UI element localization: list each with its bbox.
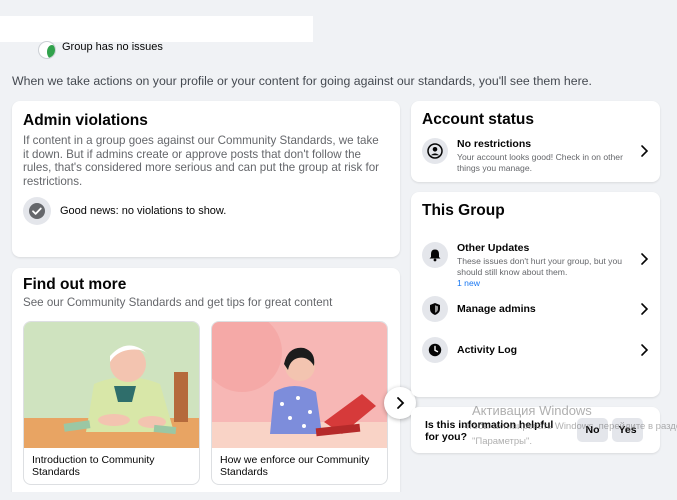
checkmark-circle-icon	[23, 197, 51, 225]
chevron-right-icon	[641, 145, 649, 157]
find-out-more-title: Find out more	[23, 276, 127, 293]
activity-log-row[interactable]: Activity Log	[422, 337, 650, 363]
no-restrictions-text: No restrictions Your account looks good!…	[457, 138, 627, 173]
no-restrictions-title: No restrictions	[457, 138, 532, 150]
chevron-right-icon	[641, 344, 649, 356]
old-man-illustration	[24, 322, 199, 448]
intro-text: When we take actions on your profile or …	[12, 74, 592, 88]
find-out-more-subtitle: See our Community Standards and get tips…	[23, 296, 333, 309]
account-status-title: Account status	[422, 111, 534, 128]
other-updates-row[interactable]: Other Updates These issues don't hurt yo…	[422, 242, 650, 288]
user-shield-icon	[422, 138, 448, 164]
tile-caption: Introduction to Community Standards	[32, 454, 155, 478]
activity-log-label: Activity Log	[457, 344, 518, 356]
clock-icon	[422, 337, 448, 363]
no-restrictions-desc: Your account looks good! Check in on oth…	[457, 152, 623, 173]
other-updates-title: Other Updates	[457, 242, 530, 254]
chevron-right-icon	[641, 303, 649, 315]
shield-icon	[422, 296, 448, 322]
chevron-right-icon	[641, 253, 649, 265]
woman-laptop-illustration	[212, 322, 387, 448]
bell-icon	[422, 242, 448, 268]
group-status-text: Group has no issues	[62, 41, 163, 53]
tile-intro-community-standards[interactable]: Introduction to Community Standards	[23, 321, 200, 485]
feedback-card: Is this information helpful for you? No …	[411, 407, 660, 453]
group-status-icon	[38, 41, 56, 59]
admin-violations-title: Admin violations	[23, 112, 148, 129]
admin-violations-card: Admin violations If content in a group g…	[12, 101, 400, 257]
manage-admins-row[interactable]: Manage admins	[422, 296, 650, 322]
tile-caption: How we enforce our Community Standards	[220, 454, 370, 478]
this-group-title: This Group	[422, 202, 505, 219]
no-violations-row: Good news: no violations to show.	[23, 197, 226, 225]
manage-admins-label: Manage admins	[457, 303, 536, 315]
no-button[interactable]: No	[577, 418, 608, 442]
header-top-strip	[0, 0, 313, 16]
this-group-card: This Group Other Updates These issues do…	[411, 192, 660, 397]
account-status-card: Account status No restrictions Your acco…	[411, 101, 660, 182]
other-updates-text: Other Updates These issues don't hurt yo…	[457, 242, 627, 288]
admin-violations-description: If content in a group goes against our C…	[23, 134, 380, 188]
find-out-more-card: Find out more See our Community Standard…	[12, 268, 416, 500]
no-restrictions-row[interactable]: No restrictions Your account looks good!…	[422, 138, 650, 173]
feedback-question: Is this information helpful for you?	[425, 419, 554, 443]
chevron-right-icon	[397, 397, 405, 409]
bottom-strip	[0, 492, 677, 500]
other-updates-desc: These issues don't hurt your group, but …	[457, 256, 623, 277]
tile-enforce-community-standards[interactable]: How we enforce our Community Standards	[211, 321, 388, 485]
good-news-text: Good news: no violations to show.	[60, 205, 227, 217]
new-badge: 1 new	[457, 278, 480, 288]
yes-button[interactable]: Yes	[612, 418, 643, 442]
